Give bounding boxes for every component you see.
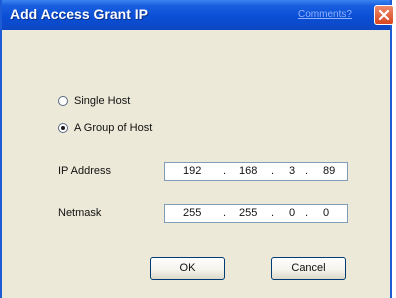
cancel-button[interactable]: Cancel — [271, 257, 346, 280]
netmask-field[interactable]: 255 . 255 . 0 . 0 — [164, 204, 348, 223]
title-bar[interactable]: Add Access Grant IP Comments? — [2, 0, 394, 30]
ok-button[interactable]: OK — [150, 257, 225, 280]
add-access-grant-ip-dialog: Add Access Grant IP Comments? Single Hos… — [0, 0, 394, 298]
single-host-radio[interactable]: Single Host — [58, 95, 130, 107]
netmask-octet-3[interactable]: 0 — [289, 207, 295, 219]
ip-octet-4[interactable]: 89 — [323, 165, 335, 177]
group-of-host-radio[interactable]: A Group of Host — [58, 122, 152, 134]
comments-link[interactable]: Comments? — [298, 9, 352, 20]
ip-address-label: IP Address — [58, 165, 111, 177]
ip-address-field[interactable]: 192 . 168 . 3 . 89 — [164, 162, 348, 181]
netmask-dot-2: . — [271, 207, 275, 219]
netmask-dot-3: . — [305, 207, 309, 219]
dialog-title: Add Access Grant IP — [10, 6, 148, 22]
ip-octet-3[interactable]: 3 — [289, 165, 295, 177]
netmask-octet-2[interactable]: 255 — [239, 207, 257, 219]
ip-dot-3: . — [305, 165, 309, 177]
single-host-label: Single Host — [74, 95, 131, 107]
netmask-octet-4[interactable]: 0 — [323, 207, 329, 219]
close-icon — [378, 9, 390, 21]
radio-circle[interactable] — [58, 96, 68, 106]
netmask-label: Netmask — [58, 207, 102, 219]
close-button[interactable] — [374, 5, 394, 25]
ip-octet-1[interactable]: 192 — [183, 165, 201, 177]
ip-dot-2: . — [271, 165, 275, 177]
ip-dot-1: . — [223, 165, 227, 177]
netmask-dot-1: . — [223, 207, 227, 219]
ip-octet-2[interactable]: 168 — [239, 165, 257, 177]
netmask-octet-1[interactable]: 255 — [183, 207, 201, 219]
radio-circle-selected[interactable] — [58, 123, 68, 133]
group-of-host-label: A Group of Host — [74, 122, 153, 134]
